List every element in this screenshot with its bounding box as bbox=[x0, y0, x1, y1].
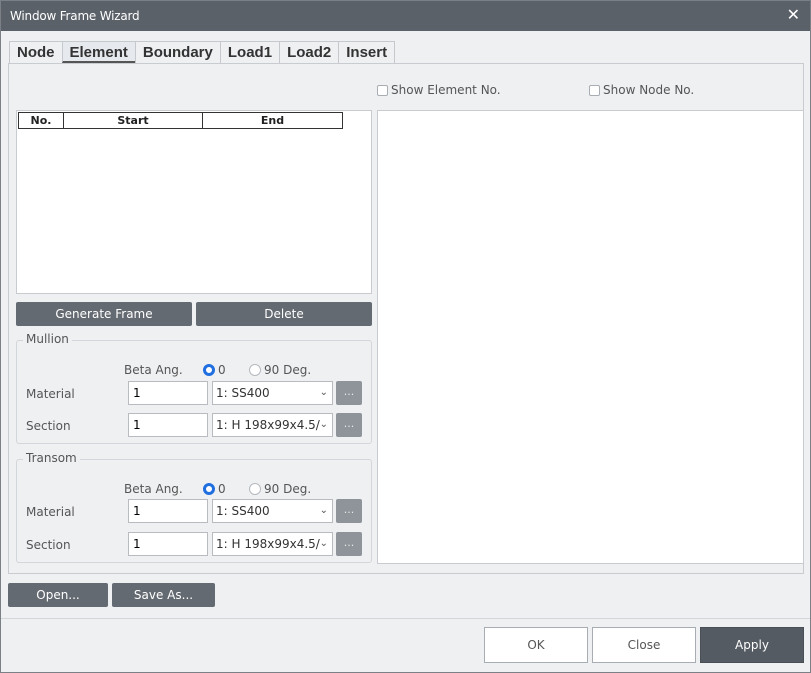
tab-node[interactable]: Node bbox=[9, 41, 63, 63]
mullion-section-label: Section bbox=[26, 419, 71, 433]
chevron-down-icon: ⌄ bbox=[319, 505, 328, 516]
transom-beta-0-radio[interactable]: 0 bbox=[203, 482, 226, 496]
mullion-material-input[interactable]: 1 bbox=[128, 381, 208, 405]
radio-label: 90 Deg. bbox=[264, 482, 312, 496]
show-element-no-label: Show Element No. bbox=[391, 83, 501, 97]
mullion-material-browse-button[interactable]: ... bbox=[336, 381, 362, 405]
save-as-button[interactable]: Save As... bbox=[112, 583, 215, 607]
table-header: No. Start End bbox=[18, 112, 343, 129]
element-table[interactable]: No. Start End bbox=[16, 110, 372, 294]
show-node-no-checkbox[interactable]: Show Node No. bbox=[589, 83, 694, 97]
transom-legend: Transom bbox=[23, 451, 80, 465]
mullion-material-label: Material bbox=[26, 387, 75, 401]
mullion-material-select[interactable]: 1: SS400 ⌄ bbox=[212, 381, 333, 405]
transom-section-label: Section bbox=[26, 538, 71, 552]
transom-beta-90-radio[interactable]: 90 Deg. bbox=[249, 482, 311, 496]
mullion-beta-label: Beta Ang. bbox=[124, 363, 183, 377]
footer-divider bbox=[1, 618, 810, 619]
radio-label: 0 bbox=[218, 363, 226, 377]
delete-button[interactable]: Delete bbox=[196, 302, 372, 326]
column-header-start[interactable]: Start bbox=[64, 113, 203, 128]
select-value: 1: SS400 bbox=[216, 386, 270, 400]
transom-beta-label: Beta Ang. bbox=[124, 482, 183, 496]
tab-load2[interactable]: Load2 bbox=[279, 41, 340, 63]
column-header-end[interactable]: End bbox=[203, 113, 342, 128]
transom-material-browse-button[interactable]: ... bbox=[336, 499, 362, 523]
radio-dot bbox=[203, 364, 215, 376]
chevron-down-icon: ⌄ bbox=[319, 387, 328, 398]
mullion-legend: Mullion bbox=[23, 332, 72, 346]
generate-frame-button[interactable]: Generate Frame bbox=[16, 302, 192, 326]
select-value: 1: H 198x99x4.5/ bbox=[216, 418, 320, 432]
radio-dot bbox=[203, 483, 215, 495]
chevron-down-icon: ⌄ bbox=[319, 538, 328, 549]
column-header-no[interactable]: No. bbox=[19, 113, 64, 128]
show-element-no-checkbox[interactable]: Show Element No. bbox=[377, 83, 501, 97]
mullion-section-select[interactable]: 1: H 198x99x4.5/ ⌄ bbox=[212, 413, 333, 437]
transom-material-label: Material bbox=[26, 505, 75, 519]
chevron-down-icon: ⌄ bbox=[319, 419, 328, 430]
apply-button[interactable]: Apply bbox=[700, 627, 804, 663]
select-value: 1: SS400 bbox=[216, 504, 270, 518]
radio-dot bbox=[249, 483, 261, 495]
tab-element[interactable]: Element bbox=[61, 41, 136, 63]
transom-section-input[interactable]: 1 bbox=[128, 532, 208, 556]
mullion-beta-0-radio[interactable]: 0 bbox=[203, 363, 226, 377]
radio-label: 90 Deg. bbox=[264, 363, 312, 377]
close-button[interactable]: Close bbox=[592, 627, 696, 663]
close-icon[interactable]: ✕ bbox=[787, 6, 800, 24]
transom-section-select[interactable]: 1: H 198x99x4.5/ ⌄ bbox=[212, 532, 333, 556]
tab-boundary[interactable]: Boundary bbox=[134, 41, 221, 63]
window-title: Window Frame Wizard bbox=[10, 9, 140, 23]
transom-material-input[interactable]: 1 bbox=[128, 499, 208, 523]
mullion-beta-90-radio[interactable]: 90 Deg. bbox=[249, 363, 311, 377]
mullion-section-input[interactable]: 1 bbox=[128, 413, 208, 437]
mullion-section-browse-button[interactable]: ... bbox=[336, 413, 362, 437]
transom-section-browse-button[interactable]: ... bbox=[336, 532, 362, 556]
select-value: 1: H 198x99x4.5/ bbox=[216, 537, 320, 551]
transom-material-select[interactable]: 1: SS400 ⌄ bbox=[212, 499, 333, 523]
wizard-window: Window Frame Wizard ✕ Node Element Bound… bbox=[0, 0, 811, 673]
tab-load1[interactable]: Load1 bbox=[219, 41, 281, 63]
checkbox-box bbox=[589, 84, 600, 96]
title-bar: Window Frame Wizard ✕ bbox=[1, 1, 810, 31]
show-node-no-label: Show Node No. bbox=[603, 83, 695, 97]
checkbox-box bbox=[377, 84, 388, 96]
tab-bar: Node Element Boundary Load1 Load2 Insert bbox=[9, 41, 396, 63]
ok-button[interactable]: OK bbox=[484, 627, 588, 663]
open-button[interactable]: Open... bbox=[8, 583, 108, 607]
tab-insert[interactable]: Insert bbox=[338, 41, 396, 63]
radio-dot bbox=[249, 364, 261, 376]
radio-label: 0 bbox=[218, 482, 226, 496]
frame-preview-canvas[interactable] bbox=[377, 110, 804, 564]
